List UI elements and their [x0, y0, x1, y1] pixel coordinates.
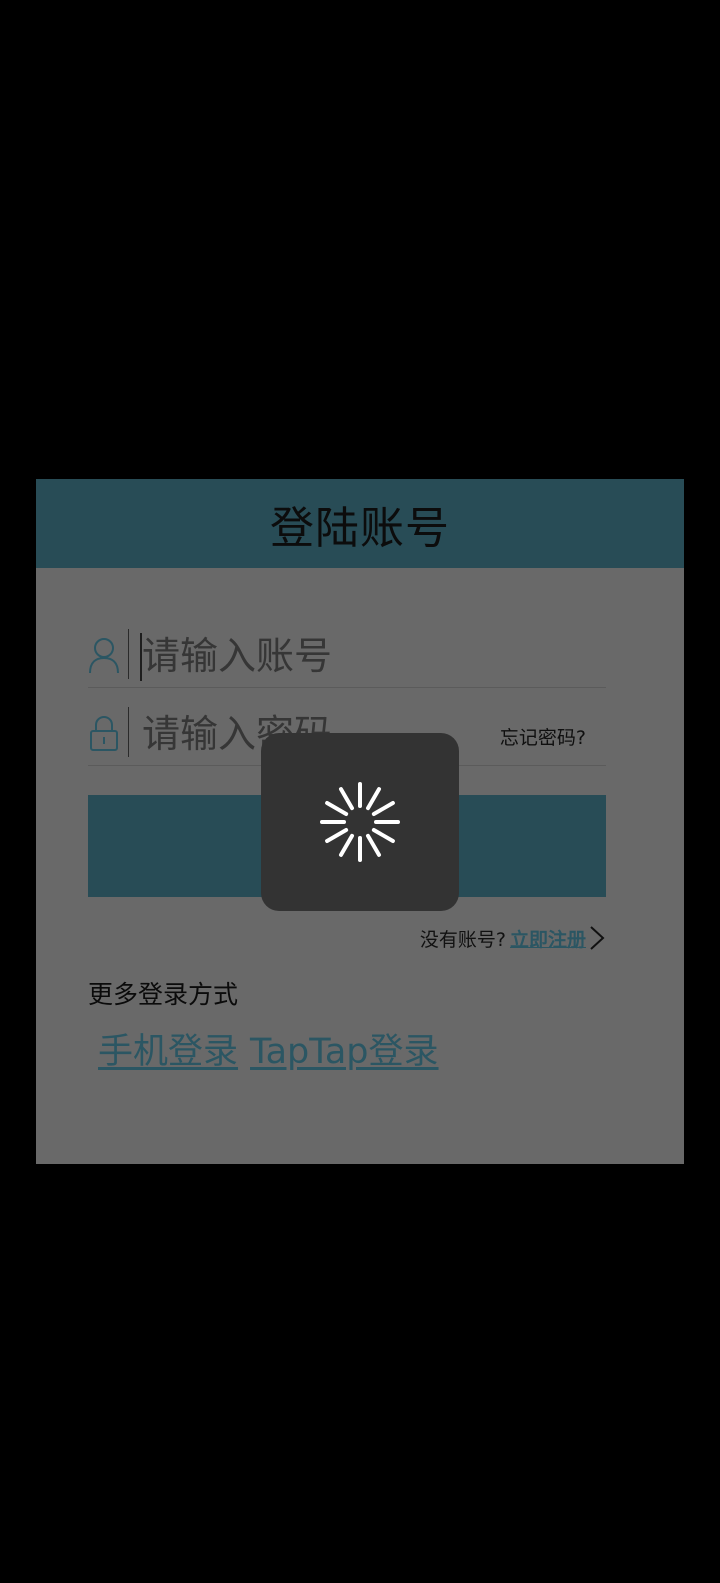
loading-box [261, 733, 459, 911]
screen: 登陆账号 忘记密码? 没有账号? 立即注册 [0, 0, 720, 1583]
loading-overlay [0, 0, 720, 1583]
spinner-icon [320, 782, 400, 862]
